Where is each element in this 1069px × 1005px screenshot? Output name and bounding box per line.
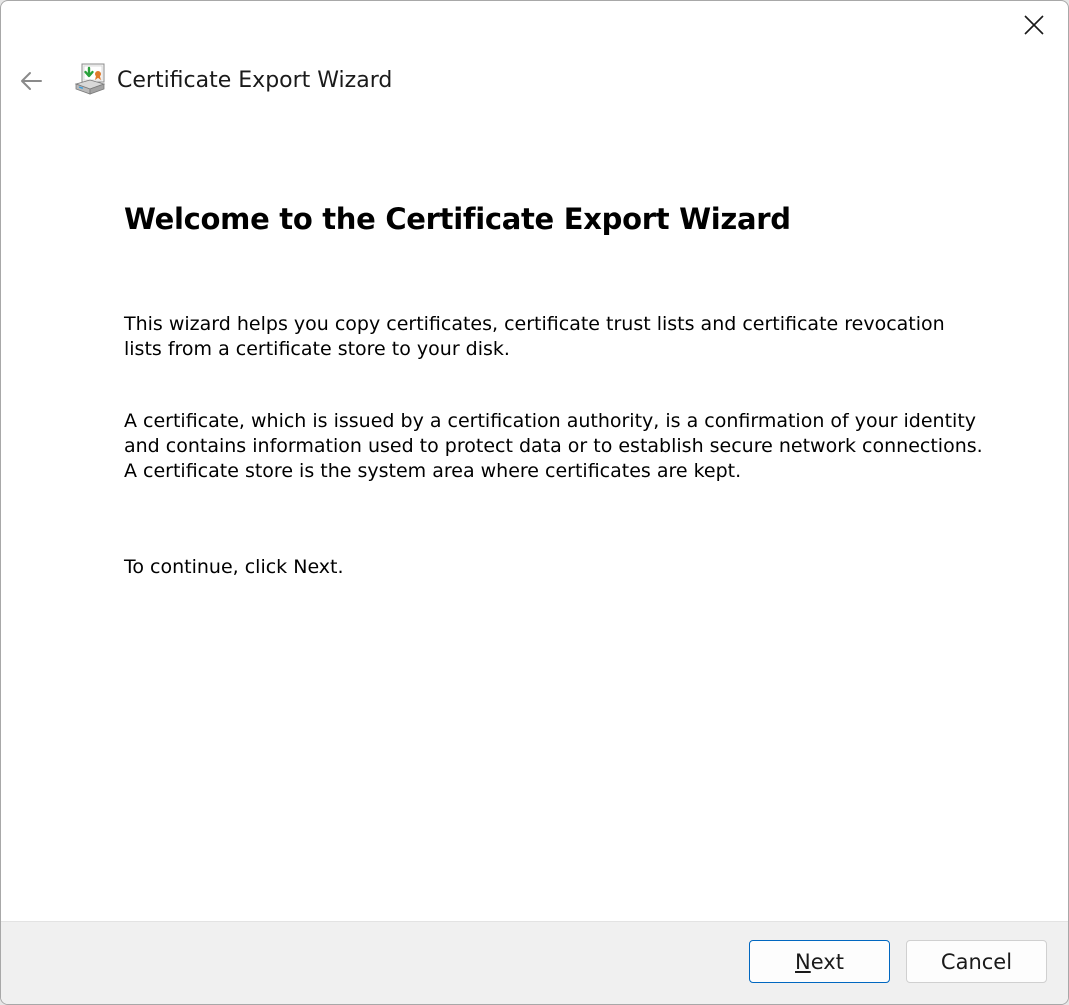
close-icon xyxy=(1024,15,1044,35)
wizard-window: Certificate Export Wizard Welcome to the… xyxy=(0,0,1069,1005)
wizard-header: Certificate Export Wizard xyxy=(1,51,1068,111)
back-arrow-icon xyxy=(21,72,42,90)
wizard-content: Welcome to the Certificate Export Wizard… xyxy=(124,199,1004,578)
close-button[interactable] xyxy=(1000,1,1068,49)
certificate-export-icon xyxy=(74,63,106,95)
certificate-description-paragraph: A certificate, which is issued by a cert… xyxy=(124,410,983,482)
wizard-footer: Next Cancel xyxy=(1,921,1068,1004)
cancel-button[interactable]: Cancel xyxy=(906,940,1047,983)
back-button[interactable] xyxy=(15,65,47,97)
next-button-mnemonic: N xyxy=(795,949,811,974)
next-button[interactable]: Next xyxy=(749,940,890,983)
intro-paragraph: This wizard helps you copy certificates,… xyxy=(124,313,945,360)
continue-instruction: To continue, click Next. xyxy=(124,556,344,578)
wizard-title: Certificate Export Wizard xyxy=(117,68,393,93)
page-heading: Welcome to the Certificate Export Wizard xyxy=(124,202,791,236)
next-button-label: ext xyxy=(810,949,844,974)
